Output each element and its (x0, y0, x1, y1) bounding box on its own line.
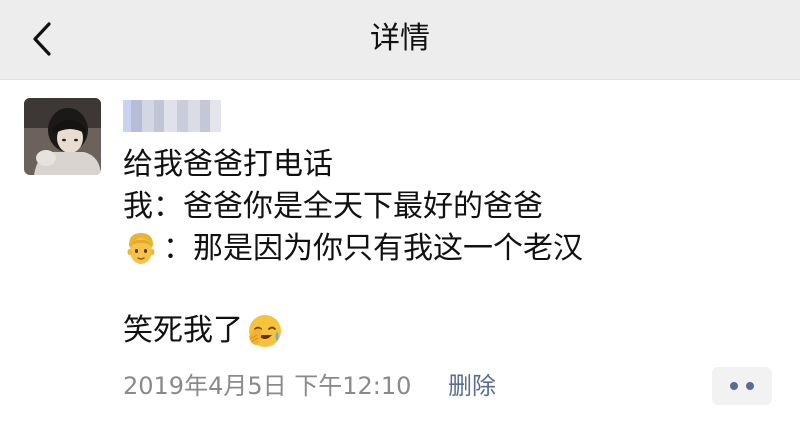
username-redacted (123, 100, 221, 132)
dot-icon (730, 382, 738, 390)
post-content: 给我爸爸打电话 我：爸爸你是全天下最好的爸爸 ：那是因为你只有我这一个老汉 笑死… (123, 144, 773, 352)
delete-button[interactable]: 删除 (448, 369, 496, 403)
face-holding-back-tears-emoji (247, 313, 283, 349)
top-bar: 详情 (0, 0, 800, 80)
post-line-empty (123, 270, 773, 310)
man-face-emoji (123, 231, 159, 267)
page-title: 详情 (370, 21, 430, 56)
post-timestamp: 2019年4月5日 下午12:10 (123, 372, 412, 400)
post-line: 笑死我了 (123, 310, 773, 352)
post-line: 给我爸爸打电话 (123, 147, 333, 182)
more-options-button[interactable] (712, 367, 772, 405)
avatar[interactable] (24, 98, 101, 175)
post-line: ：那是因为你只有我这一个老汉 (123, 228, 773, 270)
dot-icon (746, 382, 754, 390)
post-line: 我：爸爸你是全天下最好的爸爸 (123, 189, 543, 224)
